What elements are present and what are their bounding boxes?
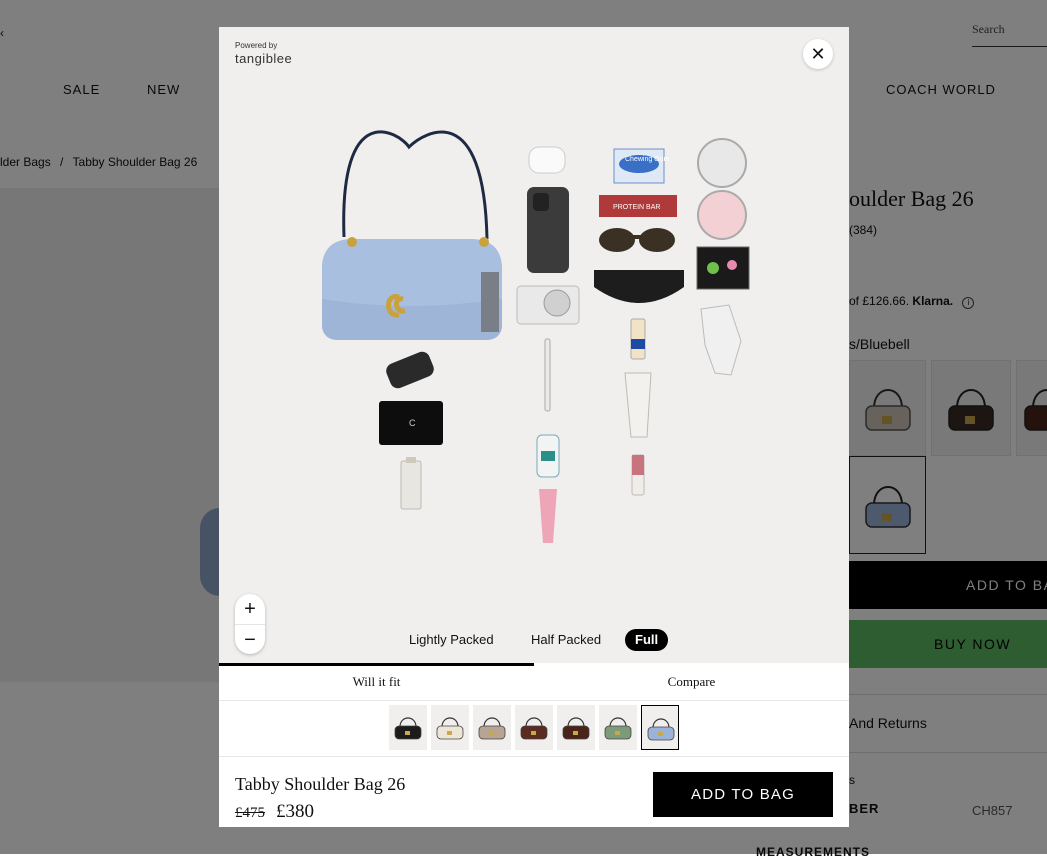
visualizer-stage: Powered by tangiblee ✕ C Chewing Gum PRO…	[219, 27, 849, 663]
zoom-controls: + −	[235, 594, 265, 654]
sticker-sheet-image	[696, 246, 750, 290]
lip-balm-image	[630, 318, 646, 360]
zoom-in-button[interactable]: +	[235, 594, 265, 625]
color-thumbnail[interactable]	[599, 705, 637, 750]
add-to-bag-button[interactable]: ADD TO BAG	[653, 772, 833, 817]
color-thumbnail[interactable]	[557, 705, 595, 750]
perfume-image	[400, 457, 422, 510]
sale-price: £380	[276, 801, 314, 822]
bag-thumbnail-icon	[478, 717, 506, 740]
sunglasses-image	[599, 228, 675, 252]
hand-cream-image	[624, 372, 652, 438]
contents-illustration: C Chewing Gum PROTEIN BAR	[322, 130, 750, 543]
original-price: £475	[235, 805, 265, 821]
camera-image	[516, 285, 580, 325]
color-thumbnails	[219, 700, 849, 757]
modal-tabs: Will it fit Compare	[219, 663, 849, 701]
bag-thumbnail-icon	[647, 718, 675, 741]
chewing-gum-image: Chewing Gum	[613, 148, 670, 184]
glasses-case-image	[594, 270, 684, 303]
bag-thumbnail-icon	[436, 717, 464, 740]
bag-thumbnail-icon	[604, 717, 632, 740]
svg-text:C: C	[409, 418, 416, 428]
tab-compare[interactable]: Compare	[534, 663, 849, 700]
packing-option-half[interactable]: Half Packed	[531, 629, 601, 651]
color-thumbnail[interactable]	[473, 705, 511, 750]
will-it-fit-modal: Powered by tangiblee ✕ C Chewing Gum PRO…	[219, 27, 849, 827]
phone-image	[527, 187, 569, 273]
tab-will-it-fit[interactable]: Will it fit	[219, 663, 534, 700]
protein-bar-image: PROTEIN BAR	[599, 195, 677, 217]
bag-thumbnail-icon	[394, 717, 422, 740]
gum-label: Chewing Gum	[625, 156, 670, 163]
lipstick-image	[631, 454, 645, 496]
lotion-tube-image	[539, 489, 557, 543]
pen-image	[544, 338, 551, 412]
packing-option-lightly[interactable]: Lightly Packed	[409, 629, 494, 651]
airpods-case-image	[528, 146, 566, 174]
bag-thumbnail-icon	[520, 717, 548, 740]
handbag-image	[322, 130, 502, 340]
bag-thumbnail-icon	[562, 717, 590, 740]
car-key-image	[386, 351, 434, 389]
zoom-out-button[interactable]: −	[235, 625, 265, 655]
card-holder-image: C	[379, 401, 443, 445]
product-name: Tabby Shoulder Bag 26	[235, 774, 406, 794]
color-thumbnail-selected[interactable]	[641, 705, 679, 750]
color-thumbnail[interactable]	[431, 705, 469, 750]
sanitizer-image	[536, 434, 560, 478]
color-thumbnail[interactable]	[389, 705, 427, 750]
packing-option-full[interactable]: Full	[625, 629, 669, 651]
color-thumbnail[interactable]	[515, 705, 553, 750]
gloves-image	[700, 304, 742, 376]
compact-mirror-image	[697, 138, 747, 240]
protein-bar-label: PROTEIN BAR	[613, 204, 660, 211]
